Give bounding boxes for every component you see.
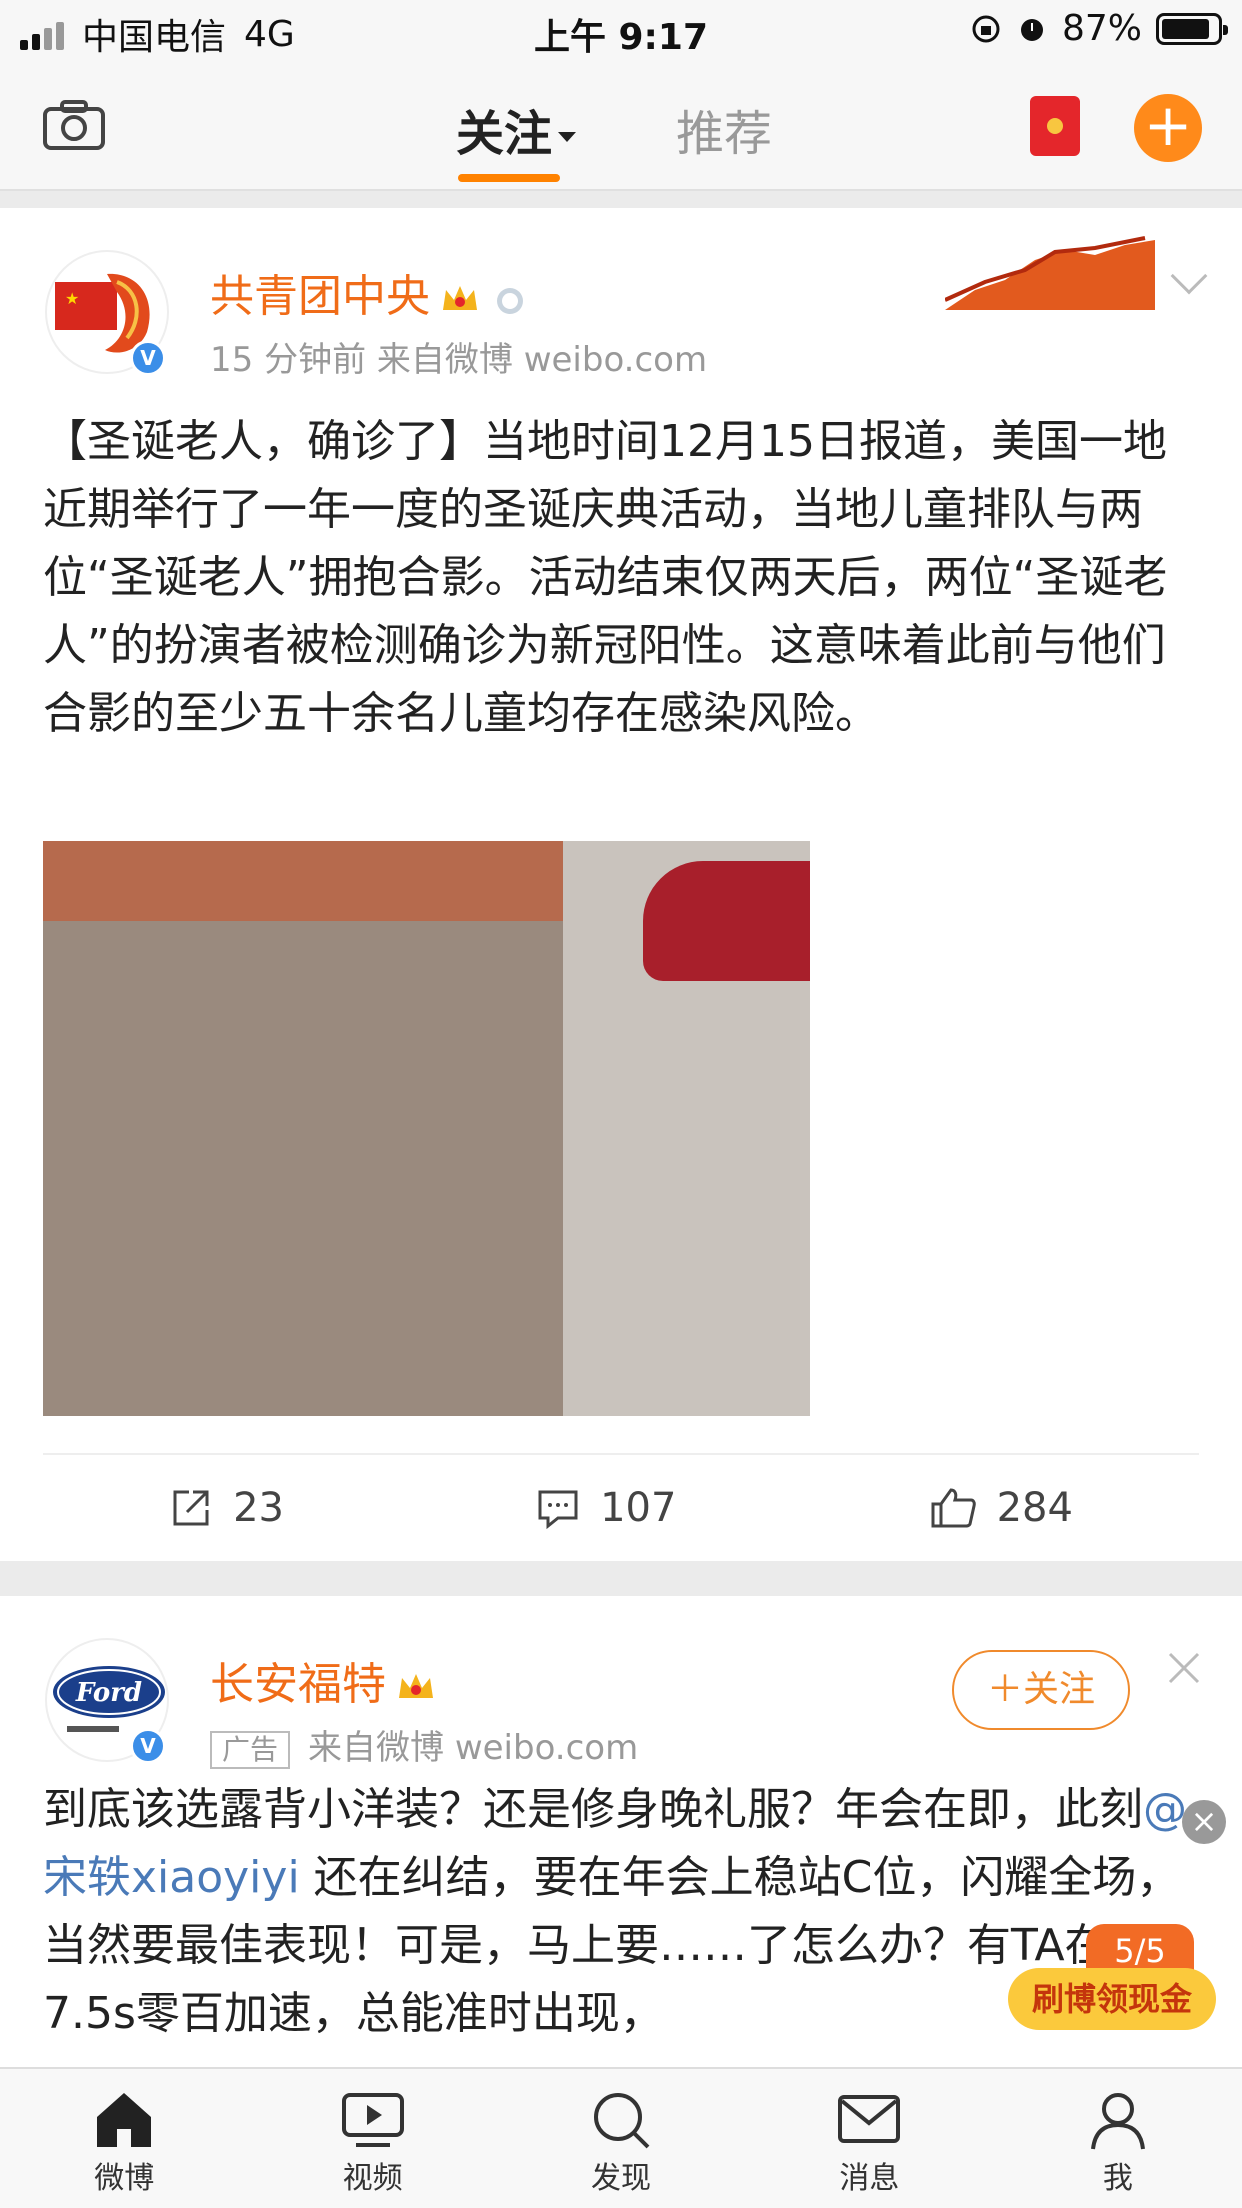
top-nav: 关注 推荐 +: [0, 66, 1242, 191]
ad-author[interactable]: 长安福特: [210, 1648, 436, 1712]
thumbs-up-icon: [931, 1488, 976, 1528]
post-time: 15 分钟前: [210, 340, 367, 380]
post-author[interactable]: 共青团中央: [210, 260, 530, 324]
svg-text:Ford: Ford: [75, 1678, 142, 1708]
comment-button[interactable]: 107: [536, 1485, 676, 1531]
more-options-chevron-icon[interactable]: [1170, 257, 1208, 295]
battery-icon: [1156, 12, 1228, 45]
status-bar: 中国电信 4G 上午 9:17 87%: [0, 0, 1242, 66]
comment-icon: [538, 1490, 578, 1530]
author-name: 长安福特: [210, 1659, 386, 1710]
post-meta: 广告 来自微博 weibo.com: [210, 1720, 638, 1769]
compose-button[interactable]: +: [1134, 94, 1202, 162]
post-card: ★ V 共青团中央 15 分钟前 来自微博 weibo.com 【圣诞老人，确诊…: [0, 208, 1242, 1561]
search-icon: [594, 2093, 650, 2149]
post-meta: 15 分钟前 来自微博 weibo.com: [210, 332, 707, 381]
close-icon[interactable]: [1166, 1650, 1202, 1686]
cash-reward-badge[interactable]: 5/5 刷博领现金: [1008, 1924, 1216, 2044]
follow-button[interactable]: ＋关注: [952, 1650, 1130, 1730]
svg-text:★: ★: [65, 289, 79, 308]
author-name: 共青团中央: [210, 271, 430, 322]
repost-count: 23: [233, 1485, 284, 1531]
like-count: 284: [996, 1485, 1073, 1531]
red-packet-icon[interactable]: [1030, 96, 1080, 156]
comment-count: 107: [600, 1485, 677, 1531]
tab-follow-label: 关注: [456, 106, 553, 162]
share-icon: [173, 1490, 209, 1526]
crown-icon: [399, 1674, 433, 1698]
tab-me[interactable]: 我: [994, 2069, 1242, 2208]
great-wall-decoration-icon: [945, 236, 1155, 310]
medal-icon: [497, 288, 523, 314]
home-icon: [97, 2093, 152, 2147]
repost-button[interactable]: 23: [169, 1485, 284, 1531]
bottom-tab-bar: 微博 视频 发现 消息 我: [0, 2067, 1242, 2208]
post-source: 来自微博 weibo.com: [308, 1728, 639, 1768]
tab-discover[interactable]: 发现: [497, 2069, 745, 2208]
active-tab-indicator: [458, 174, 560, 182]
alarm-icon: [1020, 18, 1043, 41]
dismiss-icon[interactable]: ×: [1182, 1800, 1226, 1844]
video-icon: [341, 2093, 404, 2147]
tab-recommend[interactable]: 推荐: [676, 94, 772, 164]
camera-icon[interactable]: [42, 99, 106, 151]
promo-label: 刷博领现金: [1008, 1968, 1216, 2030]
tab-follow[interactable]: 关注: [456, 94, 577, 164]
action-bar: 23 107 284: [43, 1453, 1199, 1561]
post-image[interactable]: [43, 841, 810, 1416]
like-button[interactable]: 284: [929, 1485, 1073, 1531]
post-text: 【圣诞老人，确诊了】当地时间12月15日报道，美国一地近期举行了一年一度的圣诞庆…: [43, 416, 1168, 739]
rotation-lock-icon: [972, 15, 1000, 42]
ad-tag: 广告: [210, 1730, 291, 1769]
tab-video[interactable]: 视频: [248, 2069, 496, 2208]
crown-icon: [443, 286, 477, 310]
verified-badge: V: [130, 340, 166, 376]
tab-weibo[interactable]: 微博: [0, 2069, 248, 2208]
post-source: 来自微博 weibo.com: [376, 340, 708, 380]
tab-messages[interactable]: 消息: [745, 2069, 993, 2208]
caret-down-icon: [558, 132, 577, 142]
verified-badge: V: [130, 1728, 166, 1764]
mail-icon: [838, 2095, 901, 2143]
profile-icon: [1090, 2093, 1145, 2150]
battery-percent: 87%: [1061, 8, 1142, 49]
